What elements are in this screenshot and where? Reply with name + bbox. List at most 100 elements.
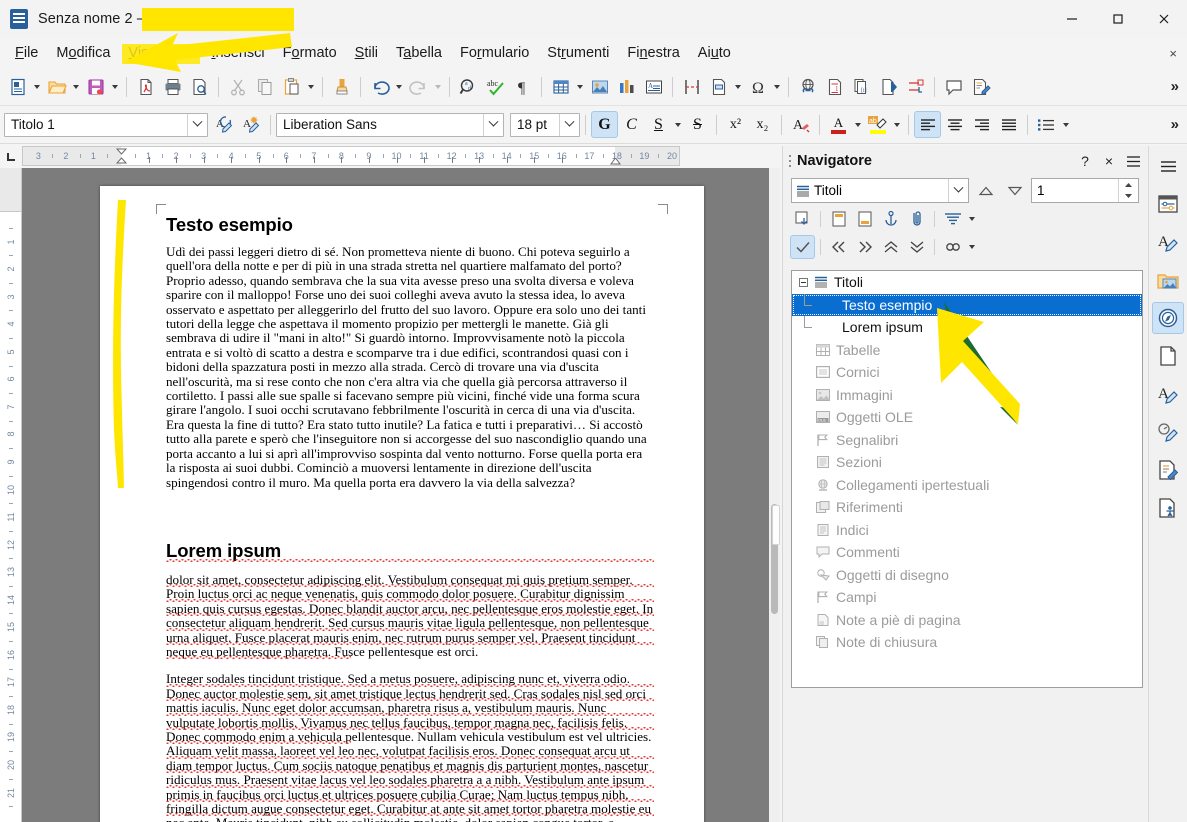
hamburger-menu-icon[interactable]: [1122, 150, 1144, 172]
tab-stop-marker[interactable]: [394, 157, 401, 164]
chevron-down-icon[interactable]: [483, 113, 503, 136]
page-icon[interactable]: [1152, 340, 1184, 372]
tree-node-category[interactable]: Immagini: [792, 384, 1142, 407]
print-preview-icon[interactable]: [186, 73, 213, 100]
spinner-down-icon[interactable]: [1119, 191, 1138, 203]
clone-formatting-icon[interactable]: [328, 73, 355, 100]
insert-footnote-icon[interactable]: 1: [821, 73, 848, 100]
document-content[interactable]: Testo esempio Udì dei passi leggeri diet…: [166, 214, 654, 822]
tab-stop-marker[interactable]: [449, 157, 456, 164]
panel-splitter-handle[interactable]: [772, 505, 780, 545]
font-name-combo[interactable]: Liberation Sans: [276, 112, 504, 137]
sidebar-settings-icon[interactable]: [1152, 188, 1184, 220]
insert-comment-icon[interactable]: [940, 73, 967, 100]
tree-node-category[interactable]: Riferimenti: [792, 496, 1142, 519]
chevron-down-icon[interactable]: [559, 113, 579, 136]
tab-stop-marker[interactable]: [311, 157, 318, 164]
undo-dropdown[interactable]: [393, 73, 405, 100]
italic-button[interactable]: C: [618, 111, 645, 138]
tree-node-category[interactable]: Indici: [792, 519, 1142, 542]
menu-tabella[interactable]: Tabella: [387, 42, 451, 64]
paste-icon[interactable]: [278, 73, 305, 100]
bold-button[interactable]: G: [591, 111, 618, 138]
tab-stop-marker[interactable]: [559, 157, 566, 164]
tab-stop-marker[interactable]: [338, 157, 345, 164]
subscript-button[interactable]: x₂: [749, 111, 776, 138]
navigate-up-icon[interactable]: [973, 179, 998, 203]
heading-lorem-ipsum[interactable]: Lorem ipsum: [166, 540, 654, 562]
style-inspector-icon[interactable]: A: [1152, 378, 1184, 410]
panel-grip-icon[interactable]: [783, 146, 797, 176]
help-icon[interactable]: ?: [1074, 150, 1096, 172]
drag-mode-dropdown[interactable]: [966, 234, 978, 261]
spelling-icon[interactable]: abc: [482, 73, 509, 100]
heading-testo-esempio[interactable]: Testo esempio: [166, 214, 654, 236]
tab-stop-marker[interactable]: [283, 157, 290, 164]
maximize-icon[interactable]: [1095, 0, 1141, 38]
underline-button[interactable]: S: [645, 111, 672, 138]
save-dropdown[interactable]: [109, 73, 121, 100]
paragraph-3[interactable]: Integer sodales tincidunt tristique. Sed…: [166, 672, 654, 745]
find-replace-icon[interactable]: ad: [455, 73, 482, 100]
collapse-icon[interactable]: [796, 277, 810, 287]
menu-file[interactable]: FFileile: [6, 42, 47, 64]
track-changes-icon[interactable]: [967, 73, 994, 100]
open-file-dropdown[interactable]: [70, 73, 82, 100]
tree-node-category[interactable]: Commenti: [792, 541, 1142, 564]
tree-node-category[interactable]: Note a piè di pagina: [792, 609, 1142, 632]
set-reminder-icon[interactable]: [904, 207, 929, 231]
toggle-master-view-icon[interactable]: [790, 207, 815, 231]
tab-stop-marker[interactable]: [228, 157, 235, 164]
menu-finestra[interactable]: Finestra: [618, 42, 688, 64]
left-indent-marker[interactable]: [115, 148, 127, 164]
superscript-button[interactable]: x²: [722, 111, 749, 138]
font-size-combo[interactable]: 18 pt: [510, 112, 580, 137]
manage-changes-icon[interactable]: [1152, 454, 1184, 486]
tree-node-category[interactable]: Segnalibri: [792, 429, 1142, 452]
new-document-dropdown[interactable]: [31, 73, 43, 100]
chevron-down-icon[interactable]: [948, 179, 968, 202]
right-indent-marker[interactable]: [610, 157, 621, 165]
insert-endnote-icon[interactable]: [i]: [848, 73, 875, 100]
unordered-list-icon[interactable]: [1033, 111, 1060, 138]
export-pdf-icon[interactable]: [132, 73, 159, 100]
navigator-content-tree[interactable]: Titoli Testo esempio Lorem ipsum Tabelle Cor…: [791, 270, 1143, 688]
underline-dropdown[interactable]: [672, 111, 684, 138]
close-icon[interactable]: [1141, 0, 1187, 38]
print-icon[interactable]: [159, 73, 186, 100]
accessibility-check-icon[interactable]: [1152, 492, 1184, 524]
insert-hyperlink-icon[interactable]: [794, 73, 821, 100]
update-style-icon[interactable]: A: [211, 111, 238, 138]
footer-icon[interactable]: [852, 207, 877, 231]
new-style-icon[interactable]: A: [238, 111, 265, 138]
anchor-to-text-icon[interactable]: [878, 207, 903, 231]
minimize-icon[interactable]: [1049, 0, 1095, 38]
paragraph-2[interactable]: dolor sit amet, consectetur adipiscing e…: [166, 572, 654, 660]
paragraph-4[interactable]: Aliquam velit massa, laoreet vel leo nec…: [166, 744, 654, 822]
menu-formulario[interactable]: Formulario: [451, 42, 538, 64]
insert-special-character-icon[interactable]: Ω: [744, 73, 771, 100]
font-color-dropdown[interactable]: [852, 111, 864, 138]
heading-levels-icon[interactable]: [940, 207, 965, 231]
tab-stop-marker[interactable]: [504, 157, 511, 164]
tree-node-heading[interactable]: Testo esempio: [792, 293, 1142, 316]
menu-strumenti[interactable]: Strumenti: [538, 42, 618, 64]
undo-icon[interactable]: [366, 73, 393, 100]
spinner-up-icon[interactable]: [1119, 179, 1138, 191]
menu-visualizza[interactable]: Visualizza: [119, 42, 202, 64]
navigator-content-selector[interactable]: Titoli: [791, 178, 969, 203]
heading-levels-dropdown[interactable]: [966, 206, 978, 233]
menu-inserisci[interactable]: Inserisci: [202, 42, 273, 64]
paragraph-1[interactable]: Udì dei passi leggeri dietro di sé. Non …: [166, 244, 654, 490]
paste-dropdown[interactable]: [305, 73, 317, 100]
header-icon[interactable]: [826, 207, 851, 231]
tab-stop-marker[interactable]: [421, 157, 428, 164]
highlight-color-dropdown[interactable]: [891, 111, 903, 138]
demote-level-icon[interactable]: [904, 235, 929, 259]
properties-icon[interactable]: A: [1152, 226, 1184, 258]
align-left-icon[interactable]: [914, 111, 941, 138]
promote-level-icon[interactable]: [878, 235, 903, 259]
insert-field-dropdown[interactable]: [732, 73, 744, 100]
tree-node-category[interactable]: OLE Oggetti OLE: [792, 406, 1142, 429]
sidebar-menu-icon[interactable]: [1152, 150, 1184, 182]
